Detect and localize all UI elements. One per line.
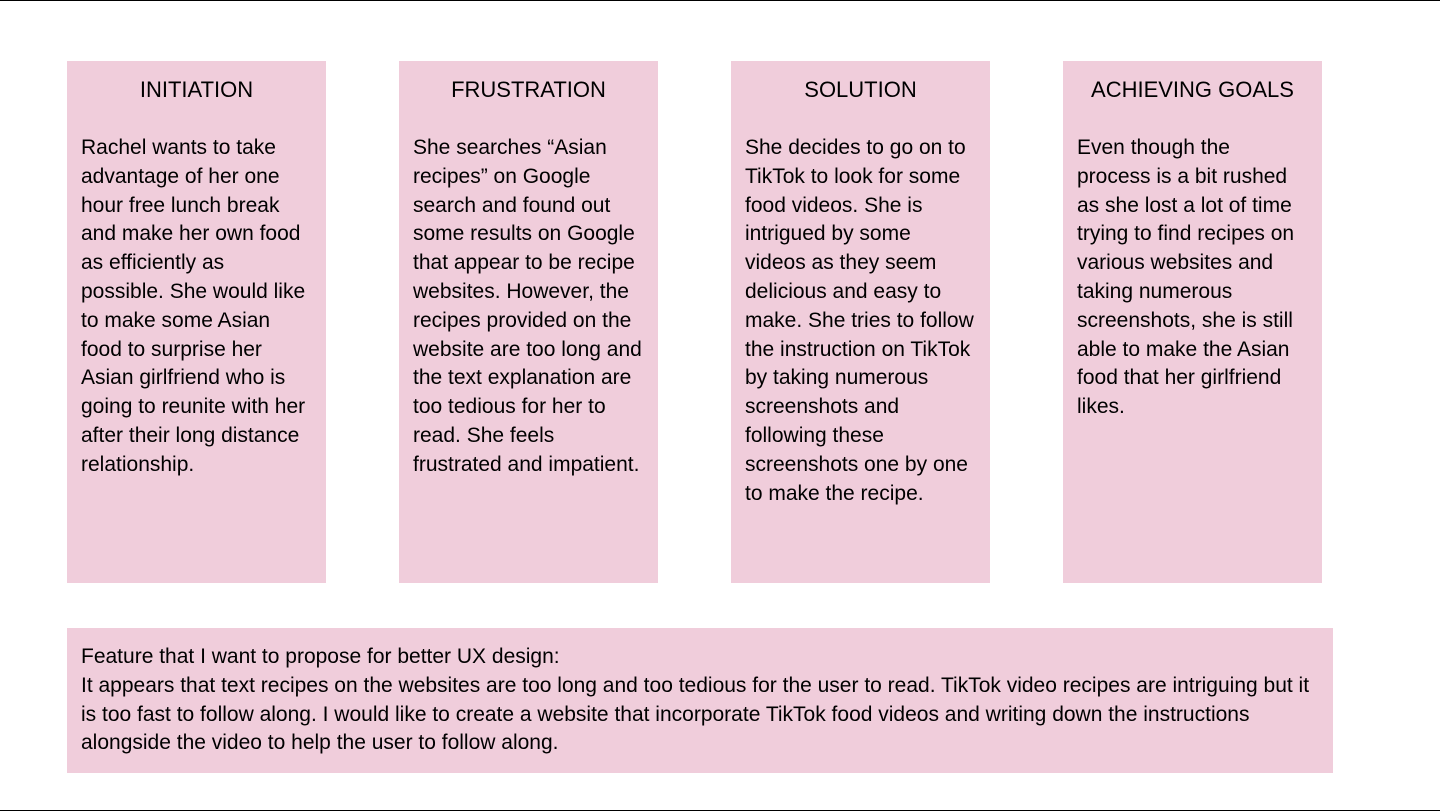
- stage-card-frustration: FRUSTRATION She searches “Asian recipes”…: [399, 61, 658, 583]
- stage-card-initiation: INITIATION Rachel wants to take advantag…: [67, 61, 326, 583]
- stage-title: FRUSTRATION: [451, 77, 606, 102]
- stage-card-achieving-goals: ACHIEVING GOALS Even though the process …: [1063, 61, 1322, 583]
- stage-description: She decides to go on to TikTok to look f…: [745, 136, 974, 505]
- feature-proposal-box: Feature that I want to propose for bette…: [67, 628, 1333, 773]
- stage-description: She searches “Asian recipes” on Google s…: [413, 136, 642, 476]
- top-divider: [0, 0, 1440, 1]
- stage-title: ACHIEVING GOALS: [1091, 77, 1294, 102]
- stage-title: INITIATION: [139, 77, 254, 102]
- bottom-divider: [0, 810, 1440, 811]
- stage-card-solution: SOLUTION She decides to go on to TikTok …: [731, 61, 990, 583]
- stage-description: Rachel wants to take advantage of her on…: [81, 136, 306, 476]
- proposal-text: It appears that text recipes on the webs…: [81, 673, 1310, 755]
- stage-title: SOLUTION: [804, 77, 917, 102]
- stage-description: Even though the process is a bit rushed …: [1077, 136, 1295, 419]
- proposal-heading: Feature that I want to propose for bette…: [81, 645, 560, 668]
